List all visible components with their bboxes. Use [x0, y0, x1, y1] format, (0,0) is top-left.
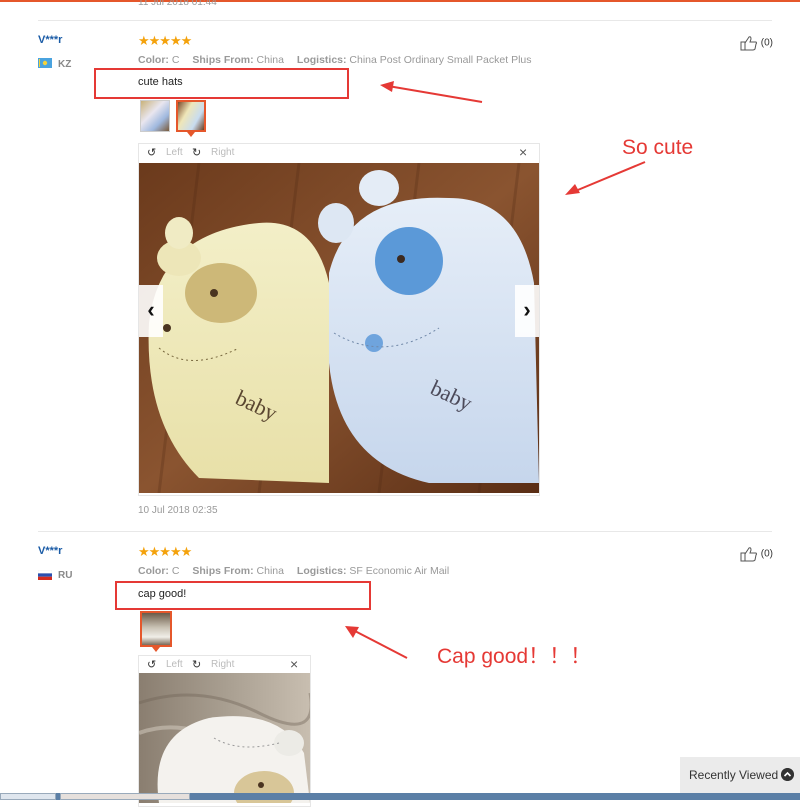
review-photo-thumbnail-selected[interactable] [140, 611, 172, 652]
review-meta: Color: C Ships From: China Logistics: Ch… [138, 54, 542, 66]
review-photo-baby-hats: baby baby [139, 163, 539, 493]
rotate-left-icon[interactable]: ↺ [147, 658, 156, 671]
photo-viewer: ↺ Left ↻ Right × [138, 143, 540, 496]
color-value: C [171, 54, 180, 66]
rotate-left-icon[interactable]: ↺ [147, 146, 156, 159]
star-rating: ★★★★★ [138, 544, 192, 559]
close-viewer-icon[interactable]: × [519, 144, 527, 160]
annotation-arrow-icon [565, 161, 646, 195]
color-label: Color: [138, 54, 169, 66]
reviewer-country: KZ [58, 59, 72, 70]
thumbs-up-icon [740, 547, 757, 562]
ships-from-value: China [256, 54, 284, 66]
review-meta: Color: C Ships From: China Logistics: SF… [138, 565, 459, 577]
ships-from-label: Ships From: [192, 565, 254, 577]
review-date: 10 Jul 2018 02:35 [138, 505, 218, 516]
russia-flag-icon [38, 570, 52, 580]
rotate-right-label[interactable]: Right [211, 659, 234, 670]
logistics-value: SF Economic Air Mail [349, 565, 450, 577]
kazakhstan-flag-icon [38, 58, 52, 68]
review-photo-thumbnail-selected[interactable] [176, 100, 206, 137]
rotate-left-label[interactable]: Left [166, 147, 183, 158]
photo-viewer-toolbar: ↺ Left ↻ Right × [139, 656, 310, 674]
review-photo-white-cap [139, 673, 310, 803]
review-photo-thumbnail[interactable] [140, 100, 170, 132]
photo-viewer-toolbar: ↺ Left ↻ Right × [139, 144, 539, 162]
annotation-box-review-1 [94, 68, 349, 99]
review-divider [38, 20, 772, 21]
rotate-right-icon[interactable]: ↻ [192, 658, 201, 671]
next-photo-button[interactable]: › [515, 285, 539, 337]
ships-from-value: China [256, 565, 284, 577]
annotation-callout-2: Cap good！！！ [437, 645, 592, 668]
recently-viewed-label[interactable]: Recently Viewed [689, 768, 778, 782]
previous-photo-button[interactable]: ‹ [139, 285, 163, 337]
helpful-count: (0) [760, 548, 774, 560]
review-divider [38, 531, 772, 532]
annotation-arrow-icon [380, 81, 483, 103]
logistics-label: Logistics: [296, 565, 347, 577]
previous-review-date: 11 Jul 2018 01:44 [138, 0, 217, 8]
logistics-label: Logistics: [296, 54, 347, 66]
annotation-box-review-2 [115, 581, 371, 610]
recently-viewed-panel[interactable]: Recently Viewed [680, 757, 800, 793]
star-rating: ★★★★★ [138, 33, 192, 48]
taskbar-item[interactable] [0, 793, 56, 800]
logistics-value: China Post Ordinary Small Packet Plus [349, 54, 532, 66]
annotation-callout-1: So cute [622, 136, 694, 159]
annotation-arrow-icon [345, 626, 408, 659]
color-label: Color: [138, 565, 169, 577]
helpful-button[interactable]: (0) [740, 35, 773, 51]
chevron-up-icon[interactable] [781, 768, 794, 781]
rotate-left-label[interactable]: Left [166, 659, 183, 670]
rotate-right-label[interactable]: Right [211, 147, 234, 158]
reviewer-country: RU [58, 570, 73, 581]
reviewer-name[interactable]: V***r [38, 34, 62, 46]
ships-from-label: Ships From: [192, 54, 254, 66]
color-value: C [171, 565, 180, 577]
helpful-count: (0) [760, 37, 774, 49]
top-accent-bar [0, 0, 800, 2]
photo-viewer: ↺ Left ↻ Right × [138, 655, 311, 807]
close-viewer-icon[interactable]: × [290, 656, 298, 672]
helpful-button[interactable]: (0) [740, 546, 773, 562]
taskbar-item[interactable] [60, 793, 190, 800]
thumbs-up-icon [740, 36, 757, 51]
reviewer-name[interactable]: V***r [38, 545, 62, 557]
rotate-right-icon[interactable]: ↻ [192, 146, 201, 159]
